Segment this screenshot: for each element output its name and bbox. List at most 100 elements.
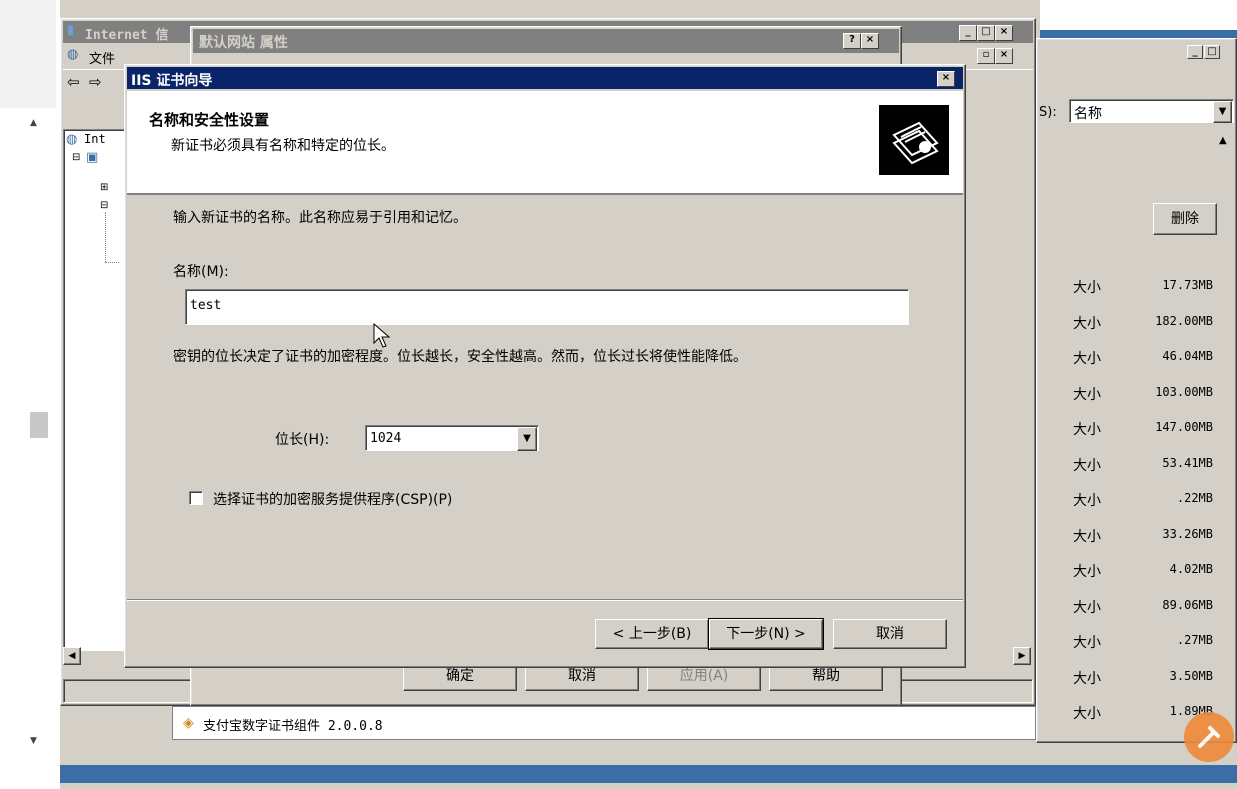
size-value: 182.00MB xyxy=(1155,313,1213,328)
size-value: .22MB xyxy=(1176,491,1213,505)
cancel-button[interactable]: 取消 xyxy=(833,619,947,649)
size-row: 大小 53.41MB xyxy=(1037,453,1217,475)
size-value: 17.73MB xyxy=(1162,278,1213,292)
size-list: 大小 17.73MB 大小 182.00MB 大小 46.04MB 大小 103.00MB 大小… xyxy=(1037,275,1217,745)
scroll-up-icon[interactable]: ▲ xyxy=(30,118,37,128)
sort-label: S): xyxy=(1039,105,1057,120)
size-row: 大小 4.02MB xyxy=(1037,559,1217,581)
bottom-list: ◈ 支付宝数字证书组件 2.0.0.8 xyxy=(172,706,1036,740)
expand-icon[interactable]: ⊞ xyxy=(100,182,108,193)
close-button[interactable]: × xyxy=(995,48,1013,64)
maximize-button[interactable]: □ xyxy=(977,25,995,41)
right-window: _ □ S): 名称 ▼ I 1 删除 ▲ 大小17.73MB大小182.00M… xyxy=(1025,38,1237,745)
close-button[interactable]: × xyxy=(995,25,1013,41)
size-label: 大小 xyxy=(1073,315,1101,332)
bitlen-label: 位长(H): xyxy=(275,432,330,448)
gutter-panel xyxy=(0,0,56,108)
scroll-left-icon[interactable]: ◀ xyxy=(63,647,81,665)
size-row: 大小 .22MB xyxy=(1037,488,1217,510)
intro-text: 输入新证书的名称。此名称应易于引用和记忆。 xyxy=(173,210,467,226)
expand-icon[interactable]: ⊟ xyxy=(100,200,108,211)
size-value: 46.04MB xyxy=(1162,349,1213,363)
close-button[interactable]: □ xyxy=(1204,45,1220,59)
wizard-title-bar: IIS 证书向导 × xyxy=(127,67,963,89)
size-row: 大小 17.73MB xyxy=(1037,275,1217,297)
desktop-blue-top xyxy=(1040,0,1237,34)
size-label: 大小 xyxy=(1073,351,1101,367)
computer-icon: ▮ xyxy=(67,23,75,38)
tree-root-label[interactable]: Int xyxy=(84,132,106,146)
name-input[interactable]: test xyxy=(185,289,909,325)
size-value: 33.26MB xyxy=(1162,526,1213,541)
outer-title: Internet 信 xyxy=(85,28,169,43)
size-value: 89.06MB xyxy=(1162,597,1213,612)
size-row: 大小 .27MB xyxy=(1037,630,1217,652)
name-label: 名称(M): xyxy=(173,264,229,280)
sort-select-value: 名称 xyxy=(1074,106,1102,122)
close-button[interactable]: × xyxy=(937,71,955,87)
wizard-dialog: IIS 证书向导 × 名称和安全性设置 新证书必须具有名称和特定的位长。 输入新… xyxy=(124,64,966,668)
size-label: 大小 xyxy=(1073,422,1101,438)
size-label: 大小 xyxy=(1073,670,1101,687)
scroll-up-icon[interactable]: ▲ xyxy=(1219,135,1227,146)
wizard-header: 名称和安全性设置 新证书必须具有名称和特定的位长。 xyxy=(127,91,963,195)
size-label: 大小 xyxy=(1073,457,1101,474)
certificate-icon xyxy=(879,105,949,175)
delete-button[interactable]: 删除 xyxy=(1153,203,1217,235)
size-row: 大小 103.00MB xyxy=(1037,382,1217,404)
menu-file[interactable]: 文件 xyxy=(89,48,115,67)
size-value: 4.02MB xyxy=(1169,562,1213,576)
chevron-down-icon[interactable]: ▼ xyxy=(1213,101,1232,123)
size-label: 大小 xyxy=(1073,635,1101,651)
chevron-down-icon[interactable]: ▼ xyxy=(517,427,537,451)
size-value: 3.50MB xyxy=(1169,668,1213,683)
scroll-down-icon[interactable]: ▼ xyxy=(30,736,37,746)
props-title-bar: 默认网站 属性 ? × xyxy=(193,29,899,53)
tree-line xyxy=(105,262,119,264)
scroll-right-icon[interactable]: ▶ xyxy=(1013,647,1031,665)
help-button[interactable]: ? xyxy=(843,33,861,49)
assistant-icon[interactable] xyxy=(1184,712,1234,762)
minimize-button[interactable]: _ xyxy=(1187,45,1203,59)
header-title: 名称和安全性设置 xyxy=(149,111,270,129)
size-row: 大小 89.06MB xyxy=(1037,595,1217,617)
size-label: 大小 xyxy=(1073,706,1101,722)
keylen-description: 密钥的位长决定了证书的加密程度。位长越长，安全性越高。然而，位长过长将使性能降低… xyxy=(173,349,747,365)
shield-icon: ◈ xyxy=(183,715,194,731)
size-label: 大小 xyxy=(1073,599,1101,616)
size-value: 53.41MB xyxy=(1162,455,1213,470)
bitlen-select[interactable]: 1024 ▼ xyxy=(365,425,539,451)
bitlen-select-value: 1024 xyxy=(370,431,402,446)
size-row: 大小 3.50MB xyxy=(1037,666,1217,688)
size-row: 大小 46.04MB xyxy=(1037,346,1217,368)
back-arrow-icon[interactable]: ⇦ xyxy=(67,73,80,91)
size-row: 大小 33.26MB xyxy=(1037,524,1217,546)
desktop-blue-strip xyxy=(1040,30,1237,38)
scroll-thumb[interactable] xyxy=(30,412,48,438)
restore-button[interactable]: ▫ xyxy=(977,48,995,64)
size-row: 大小 182.00MB xyxy=(1037,311,1217,333)
size-value: .27MB xyxy=(1176,633,1213,647)
name-input-value: test xyxy=(190,298,222,313)
size-label: 大小 xyxy=(1073,528,1101,545)
next-button[interactable]: 下一步(N) > xyxy=(708,618,824,650)
left-gutter: ▲ ▼ xyxy=(0,0,60,789)
back-button[interactable]: < 上一步(B) xyxy=(595,619,709,649)
minimize-button[interactable]: _ xyxy=(959,25,977,41)
sort-select[interactable]: 名称 ▼ xyxy=(1069,99,1234,123)
expand-icon[interactable]: ⊟ xyxy=(72,152,80,163)
size-value: 147.00MB xyxy=(1155,420,1213,434)
wizard-title: IIS 证书向导 xyxy=(131,73,213,89)
wizard-divider xyxy=(127,599,963,601)
globe-icon: ◍ xyxy=(66,132,78,147)
size-label: 大小 xyxy=(1073,280,1101,296)
server-icon: ▣ xyxy=(86,150,99,165)
csp-label[interactable]: 选择证书的加密服务提供程序(CSP)(P) xyxy=(213,489,452,509)
size-label: 大小 xyxy=(1073,386,1101,403)
bottom-item-label[interactable]: 支付宝数字证书组件 2.0.0.8 xyxy=(203,715,383,734)
close-button[interactable]: × xyxy=(861,33,879,49)
globe-icon: ◍ xyxy=(67,47,79,62)
size-label: 大小 xyxy=(1073,564,1101,580)
csp-checkbox[interactable] xyxy=(189,491,203,505)
forward-arrow-icon[interactable]: ⇨ xyxy=(89,73,102,91)
